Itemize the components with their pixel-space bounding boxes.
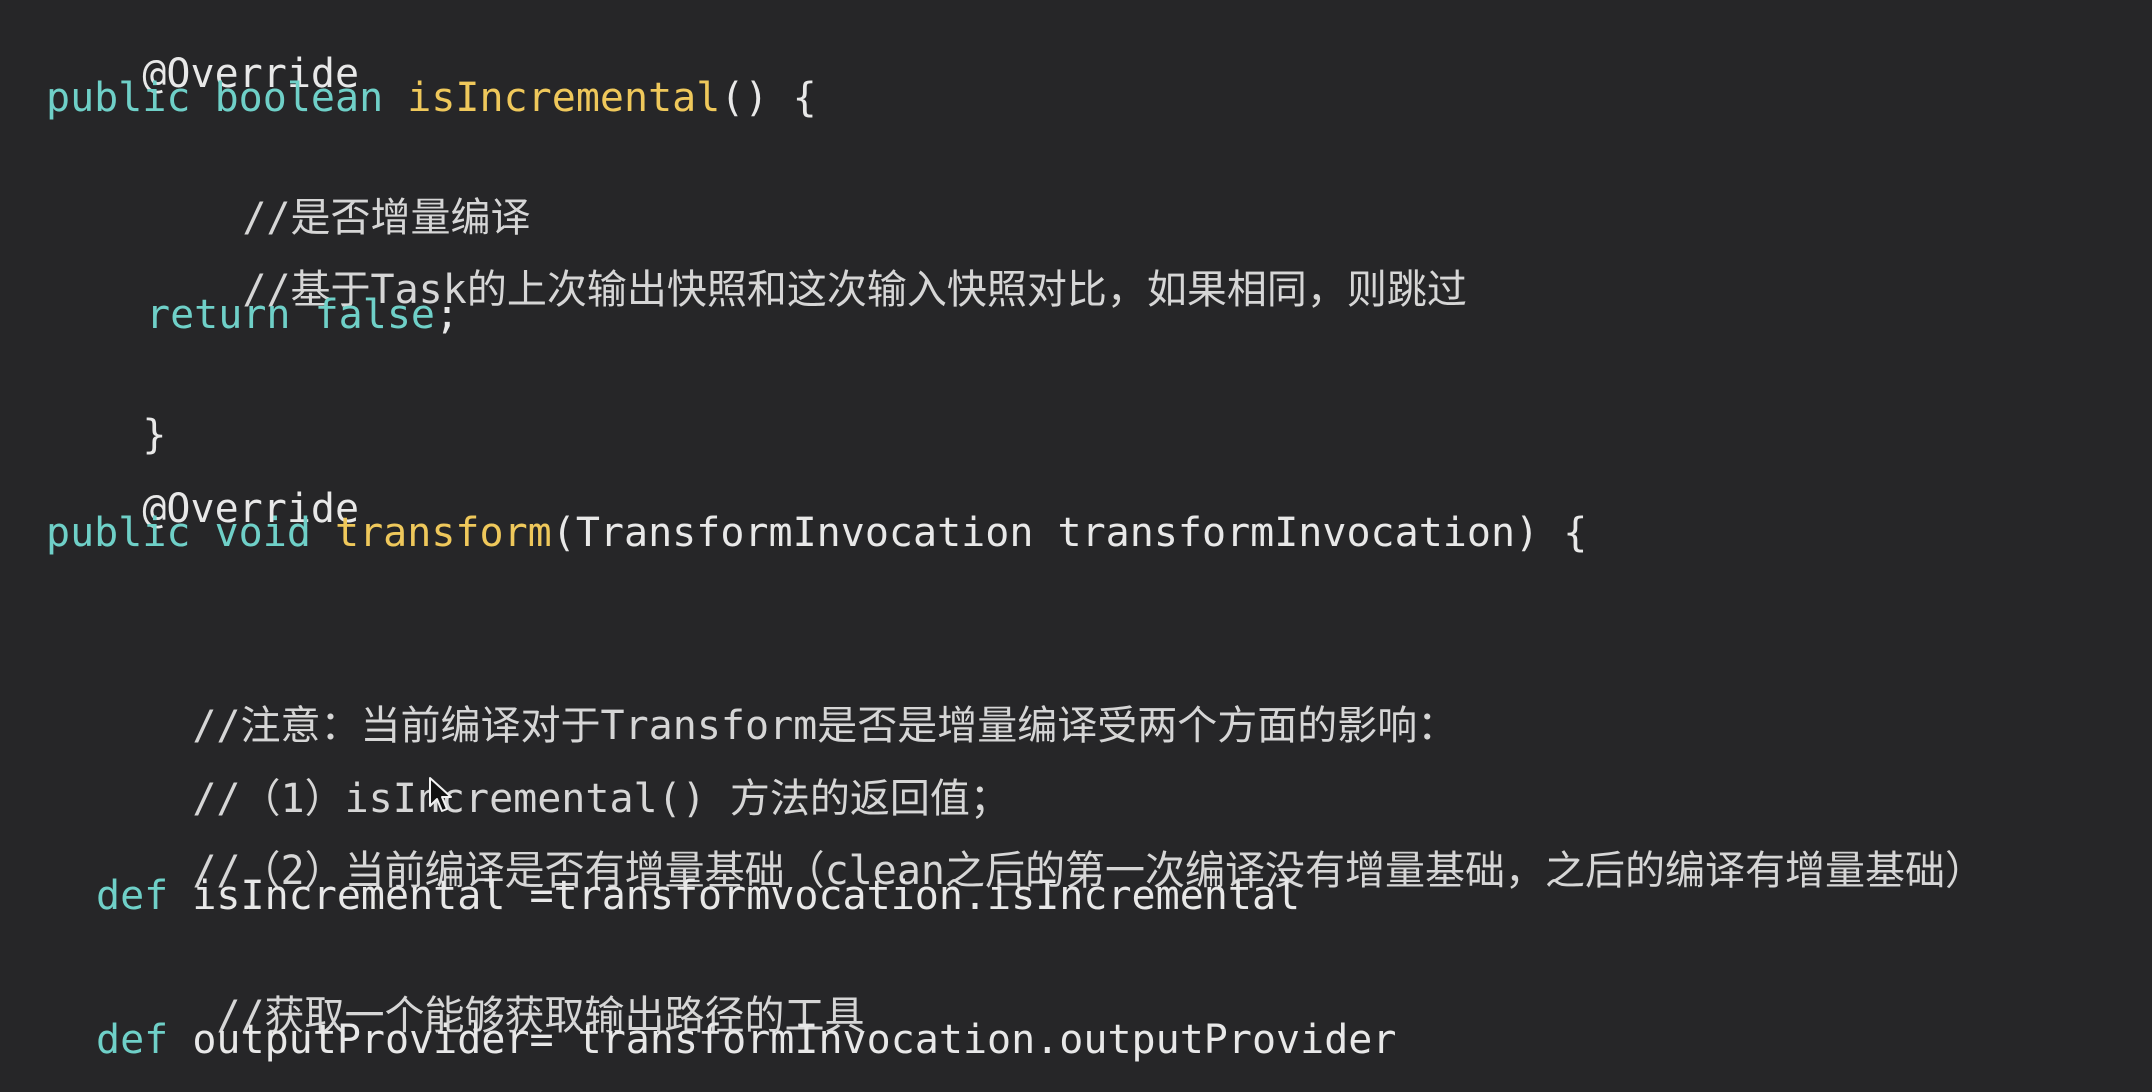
code-punctuation: () { [720, 75, 817, 121]
code-line-1: @Override [46, 2, 359, 97]
mouse-pointer-icon [429, 777, 452, 812]
code-editor[interactable]: @Override public boolean isIncremental()… [0, 0, 2152, 1092]
code-line-2: public boolean isIncremental() { [46, 74, 817, 122]
keyword-return: return [146, 292, 291, 338]
code-line-7: @Override [46, 437, 359, 532]
code-line-3: //是否增量编译 [146, 146, 530, 241]
keyword-public: public [46, 510, 191, 556]
code-line-11: //（1）isIncremental() 方法的返回值； [96, 727, 1010, 822]
code-statement: isIncremental =transformvocation.isIncre… [168, 873, 1301, 919]
code-line-10: //注意：当前编译对于Transform是否是增量编译受两个方面的影响： [96, 654, 1457, 749]
function-name: transform [335, 510, 552, 556]
keyword-public: public [46, 75, 191, 121]
code-line-13: def isIncremental =transformvocation.isI… [96, 872, 1300, 920]
code-line-8: public void transform(TransformInvocatio… [46, 509, 1587, 557]
code-params: (TransformInvocation transformInvocation… [551, 510, 1588, 556]
code-line-4: //基于Task的上次输出快照和这次输入快照对比，如果相同，则跳过 [146, 218, 1467, 313]
code-line-14: //获取一个能够获取输出路径的工具 [120, 944, 864, 1039]
code-statement: outputProvider= transformInvocation.outp… [168, 1017, 1397, 1063]
code-line-15: def outputProvider= transformInvocation.… [96, 1016, 1396, 1064]
code-line-5: return false; [146, 291, 459, 339]
keyword-boolean: boolean [214, 75, 384, 121]
code-punctuation: ; [435, 292, 460, 338]
code-line-6: } [46, 363, 166, 458]
code-line-12: //（2）当前编译是否有增量基础（clean之后的第一次编译没有增量基础，之后的… [96, 799, 1985, 894]
keyword-false: false [314, 292, 436, 338]
keyword-def: def [96, 1017, 169, 1063]
function-name: isIncremental [407, 75, 721, 121]
keyword-void: void [214, 510, 311, 556]
keyword-def: def [96, 873, 169, 919]
